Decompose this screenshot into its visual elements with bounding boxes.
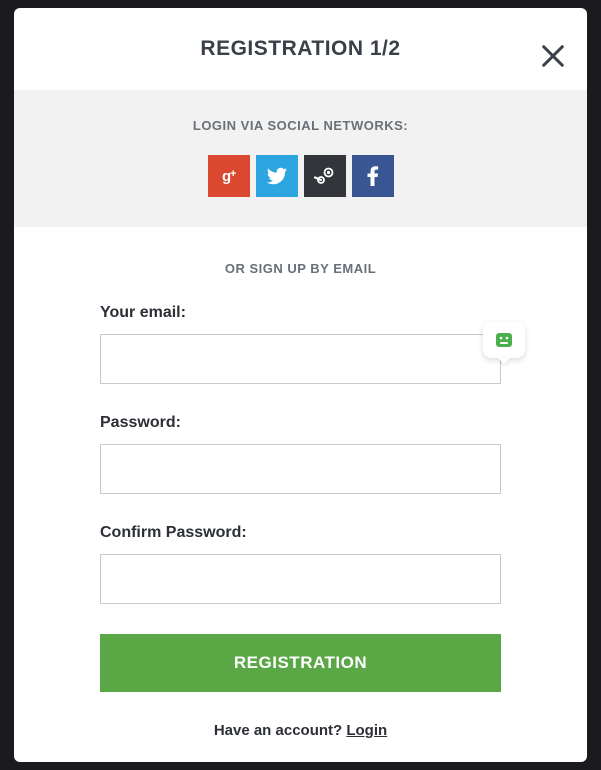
registration-submit-button[interactable]: REGISTRATION bbox=[100, 634, 501, 692]
login-link[interactable]: Login bbox=[346, 722, 387, 739]
facebook-icon bbox=[361, 164, 385, 188]
google-plus-icon: g + bbox=[217, 164, 241, 188]
steam-button[interactable] bbox=[304, 155, 346, 197]
password-input[interactable] bbox=[100, 444, 501, 494]
password-label: Password: bbox=[100, 414, 501, 432]
google-plus-button[interactable]: g + bbox=[208, 155, 250, 197]
close-button[interactable] bbox=[539, 42, 567, 70]
twitter-button[interactable] bbox=[256, 155, 298, 197]
email-divider-label: OR SIGN UP BY EMAIL bbox=[14, 227, 587, 304]
email-label: Your email: bbox=[100, 304, 501, 322]
modal-title: REGISTRATION 1/2 bbox=[200, 37, 400, 61]
social-login-section: LOGIN VIA SOCIAL NETWORKS: g + bbox=[14, 90, 587, 227]
social-login-label: LOGIN VIA SOCIAL NETWORKS: bbox=[14, 118, 587, 133]
modal-header: REGISTRATION 1/2 bbox=[14, 8, 587, 90]
close-icon bbox=[539, 42, 567, 70]
confirm-password-label: Confirm Password: bbox=[100, 524, 501, 542]
registration-modal: REGISTRATION 1/2 LOGIN VIA SOCIAL NETWOR… bbox=[14, 8, 587, 762]
social-button-row: g + bbox=[14, 155, 587, 197]
login-prompt-text: Have an account? bbox=[214, 722, 347, 739]
twitter-icon bbox=[266, 165, 288, 187]
login-prompt-row: Have an account? Login bbox=[100, 692, 501, 739]
registration-form: Your email: Password: Confirm Password: … bbox=[14, 304, 587, 739]
svg-text:+: + bbox=[230, 168, 236, 180]
confirm-password-input[interactable] bbox=[100, 554, 501, 604]
password-manager-popup[interactable] bbox=[483, 322, 525, 358]
steam-icon bbox=[313, 164, 337, 188]
facebook-button[interactable] bbox=[352, 155, 394, 197]
roboform-icon bbox=[493, 330, 515, 350]
email-input[interactable] bbox=[100, 334, 501, 384]
